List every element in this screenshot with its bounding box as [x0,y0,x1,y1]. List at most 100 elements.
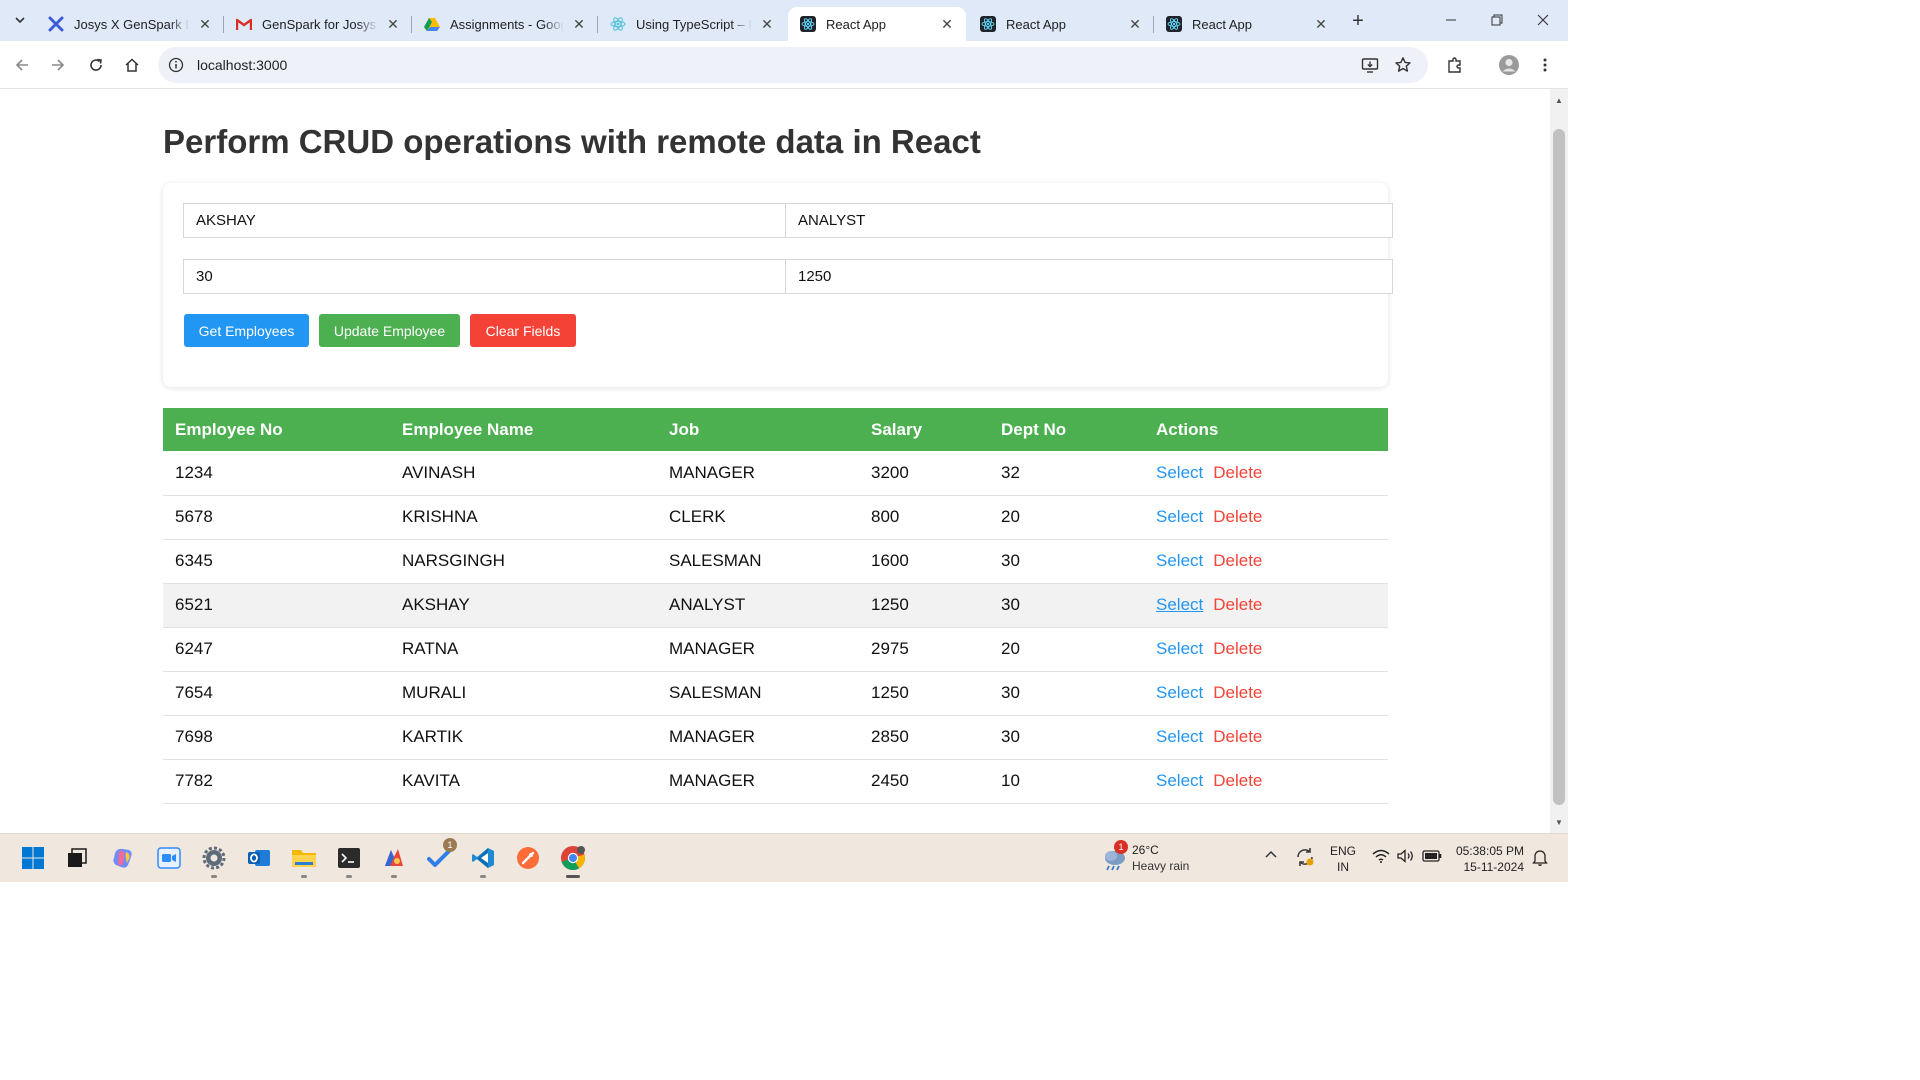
minimize-icon[interactable] [1428,8,1474,32]
select-link[interactable]: Select [1156,639,1203,658]
tab-using-typescript[interactable]: Using TypeScript – Re ✕ [598,7,786,41]
close-icon[interactable]: ✕ [758,15,776,33]
salary-input[interactable] [785,259,1393,294]
cell-employee-no: 7654 [163,671,390,716]
select-link[interactable]: Select [1156,771,1203,790]
extensions-icon[interactable] [1442,52,1468,78]
select-link[interactable]: Select [1156,507,1203,526]
delete-link[interactable]: Delete [1213,507,1262,526]
profile-avatar[interactable] [1496,52,1522,78]
update-employee-button[interactable]: Update Employee [319,314,460,347]
cell-employee-no: 1234 [163,451,390,496]
select-link[interactable]: Select [1156,683,1203,702]
cell-salary: 1250 [859,583,989,628]
cell-actions: Select Delete [1144,627,1388,672]
select-link[interactable]: Select [1156,595,1203,614]
todo-icon[interactable]: 1 [423,838,457,874]
delete-link[interactable]: Delete [1213,771,1262,790]
task-view-icon[interactable] [61,842,93,874]
chrome-icon[interactable] [557,842,589,878]
restore-icon[interactable] [1474,8,1520,32]
page-scrollbar[interactable]: ▲ ▼ [1550,89,1568,833]
chevron-up-icon[interactable] [1264,848,1278,862]
windows-start-icon[interactable] [17,842,49,874]
employee-name-input[interactable] [183,203,787,238]
close-icon[interactable]: ✕ [570,15,588,33]
close-icon[interactable]: ✕ [1126,15,1144,33]
cell-salary: 800 [859,495,989,540]
settings-icon[interactable] [198,842,230,878]
select-link[interactable]: Select [1156,463,1203,482]
table-row: 1234 AVINASH MANAGER 3200 32 Select Delet… [163,451,1388,496]
delete-link[interactable]: Delete [1213,683,1262,702]
tab-title: GenSpark for Josys | [262,16,378,32]
cell-actions: Select Delete [1144,715,1388,760]
cell-actions: Select Delete [1144,495,1388,540]
scrollbar-thumb[interactable] [1553,129,1565,805]
close-icon[interactable]: ✕ [938,15,956,33]
copilot-icon[interactable] [107,842,139,874]
bookmark-star-icon[interactable] [1390,52,1416,78]
scroll-up-arrow-icon[interactable]: ▲ [1550,93,1568,107]
clear-fields-button[interactable]: Clear Fields [470,314,576,347]
install-app-icon[interactable] [1357,52,1383,78]
tab-react-app-active[interactable]: React App ✕ [788,7,966,41]
file-explorer-icon[interactable] [288,842,320,878]
delete-link[interactable]: Delete [1213,595,1262,614]
outlook-icon[interactable] [243,842,275,874]
system-clock[interactable]: 05:38:05 PM 15-11-2024 [1452,843,1524,875]
more-menu-icon[interactable] [1532,52,1558,78]
reload-icon[interactable] [83,52,109,78]
back-arrow-icon[interactable] [9,52,35,78]
volume-icon[interactable] [1397,849,1415,866]
notification-bell-icon[interactable] [1532,848,1548,869]
terminal-icon[interactable] [333,842,365,878]
delete-link[interactable]: Delete [1213,551,1262,570]
dept-no-input[interactable] [183,259,787,294]
cell-job: MANAGER [657,627,859,672]
vscode-icon[interactable] [467,842,499,878]
select-link[interactable]: Select [1156,727,1203,746]
zoom-app-icon[interactable] [153,842,185,874]
delete-link[interactable]: Delete [1213,639,1262,658]
header-actions: Actions [1144,408,1388,451]
table-row-highlighted: 6521 AKSHAY ANALYST 1250 30 Select Delete [163,583,1388,628]
delete-link[interactable]: Delete [1213,727,1262,746]
postman-icon[interactable] [512,842,544,874]
sync-icon[interactable] [1294,846,1316,871]
get-employees-button[interactable]: Get Employees [184,314,309,347]
url-text[interactable]: localhost:3000 [197,57,287,73]
tab-assignments-drive[interactable]: Assignments - Googl ✕ [412,7,598,41]
delete-link[interactable]: Delete [1213,463,1262,482]
cell-actions: Select Delete [1144,671,1388,716]
job-input[interactable] [785,203,1393,238]
home-icon[interactable] [119,52,145,78]
close-icon[interactable]: ✕ [384,15,402,33]
header-employee-name: Employee Name [390,408,657,451]
gmail-icon [236,16,252,32]
running-indicator [301,875,307,878]
language-indicator[interactable]: ENG IN [1330,843,1356,875]
tab-react-app-3[interactable]: React App ✕ [1154,7,1340,41]
tab-josys-genspark[interactable]: Josys X GenSpark Ind ✕ [36,7,224,41]
select-link[interactable]: Select [1156,551,1203,570]
tab-gmail-genspark[interactable]: GenSpark for Josys | ✕ [224,7,412,41]
forward-arrow-icon[interactable] [45,52,71,78]
close-icon[interactable]: ✕ [1312,15,1330,33]
battery-icon[interactable] [1422,850,1442,865]
site-info-icon[interactable] [166,55,186,75]
employee-form-card [163,183,1393,387]
header-salary: Salary [859,408,989,451]
scroll-down-arrow-icon[interactable]: ▼ [1550,815,1568,829]
new-tab-icon[interactable]: + [1346,10,1370,32]
wifi-icon[interactable] [1372,849,1390,866]
address-bar[interactable]: localhost:3000 [158,47,1428,83]
weather-badge: 1 [1114,840,1128,854]
cell-employee-name: AVINASH [390,451,657,496]
paint-app-icon[interactable] [378,842,410,878]
window-close-icon[interactable] [1520,8,1566,32]
close-icon[interactable]: ✕ [196,15,214,33]
tab-search-button[interactable] [8,8,32,32]
tab-react-app-2[interactable]: React App ✕ [968,7,1154,41]
cell-employee-name: KARTIK [390,715,657,760]
